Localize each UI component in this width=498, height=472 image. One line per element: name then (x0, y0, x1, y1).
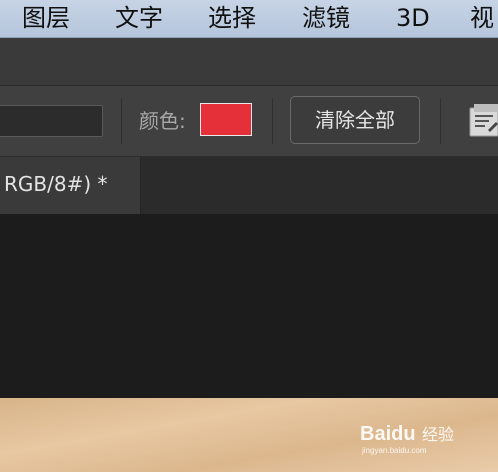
options-bar: 颜色: 清除全部 (0, 86, 498, 157)
document-icon-graphic (469, 104, 498, 137)
menu-filter[interactable]: 滤镜 (302, 1, 350, 35)
menu-3d[interactable]: 3D (396, 1, 430, 35)
clear-all-button[interactable]: 清除全部 (290, 96, 420, 144)
watermark-url: jingyan.baidu.com (361, 446, 427, 455)
canvas-workspace[interactable] (0, 214, 498, 398)
divider (272, 98, 273, 144)
watermark-brand: Baidu (360, 423, 416, 445)
application-bar (0, 38, 498, 86)
color-swatch[interactable] (200, 103, 252, 136)
document-icon[interactable] (468, 102, 498, 138)
document-tab[interactable]: RGB/8#) * (0, 157, 141, 214)
options-input-field[interactable] (0, 105, 103, 137)
menu-bar: 图层 文字 选择 滤镜 3D 视 (0, 0, 498, 38)
canvas-image: Baidu 经验 jingyan.baidu.com (0, 398, 498, 472)
divider (440, 98, 441, 144)
color-label: 颜色: (139, 109, 186, 133)
divider (121, 98, 122, 144)
menu-view[interactable]: 视 (470, 1, 494, 35)
document-tab-bar: RGB/8#) * (0, 157, 498, 214)
watermark-brand-suffix: 经验 (422, 426, 454, 444)
baidu-watermark-logo: Baidu 经验 jingyan.baidu.com (360, 423, 454, 455)
menu-select[interactable]: 选择 (208, 1, 256, 35)
document-tab-label: RGB/8#) * (4, 172, 108, 196)
menu-layer[interactable]: 图层 (22, 1, 70, 35)
menu-type[interactable]: 文字 (115, 1, 163, 35)
